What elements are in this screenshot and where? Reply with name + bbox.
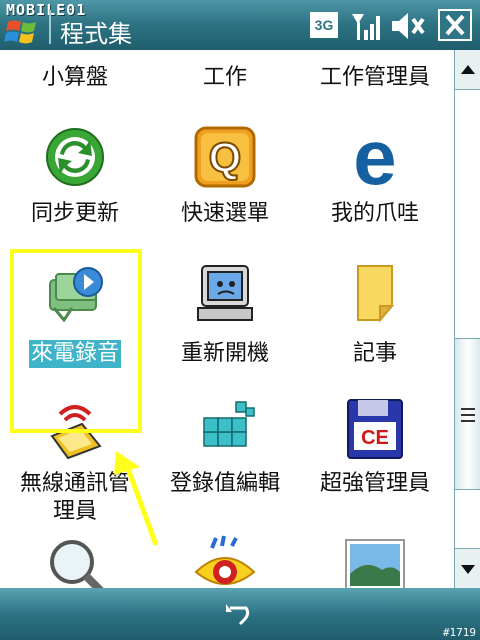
program-label: 登錄值編輯: [169, 471, 280, 496]
program-tasks[interactable]: 工作: [150, 64, 300, 92]
magnifier-icon: [50, 540, 104, 588]
landscape-picture-icon: [345, 539, 405, 588]
notes-icon: [357, 265, 395, 323]
scroll-up-button[interactable]: [455, 50, 480, 90]
network-3g-indicator[interactable]: 3G: [310, 12, 338, 38]
quick-menu-icon: Q: [194, 126, 256, 188]
vertical-scrollbar[interactable]: [454, 50, 480, 588]
title-separator: [49, 10, 51, 44]
program-grid: 小算盤 工作 工作管理員 同步更新 Q 快速選單 e 我的爪哇 來電錄音 重新開…: [0, 50, 454, 588]
arrow-up-icon: [461, 65, 475, 74]
program-my-java[interactable]: e 我的爪哇: [300, 124, 450, 228]
program-label: 超強管理員: [319, 471, 430, 496]
back-icon[interactable]: [222, 600, 258, 630]
program-label: 小算盤: [41, 65, 108, 90]
windows-start-icon[interactable]: [4, 16, 44, 48]
program-label: 重新開機: [180, 341, 269, 366]
signal-strength-icon[interactable]: [350, 10, 382, 42]
program-label: 記事: [352, 341, 397, 366]
registry-editor-icon: [203, 401, 255, 447]
program-label: 我的爪哇: [330, 201, 419, 226]
program-activesync[interactable]: 同步更新: [0, 124, 150, 228]
program-notes[interactable]: 記事: [300, 260, 450, 368]
reboot-computer-icon: [197, 265, 253, 321]
activesync-icon: [46, 128, 104, 186]
yellow-arrow-annotation: [114, 451, 159, 546]
program-label: 同步更新: [30, 201, 119, 226]
ce-floppy-icon: CE: [347, 399, 403, 459]
page-title: 程式集: [60, 20, 132, 48]
selection-highlight-box: [10, 249, 142, 433]
image-counter: #1719: [442, 626, 476, 639]
program-label: 快速選單: [180, 201, 269, 226]
volume-muted-icon[interactable]: [390, 10, 426, 42]
grip-icon: [461, 408, 475, 422]
program-task-manager[interactable]: 工作管理員: [300, 64, 450, 92]
scroll-thumb[interactable]: [455, 338, 480, 490]
program-pictures[interactable]: [300, 534, 450, 588]
close-button[interactable]: [438, 9, 472, 41]
program-quick-menu[interactable]: Q 快速選單: [150, 124, 300, 228]
scroll-down-button[interactable]: [455, 548, 480, 588]
close-icon: [445, 14, 465, 36]
program-viewer[interactable]: [150, 534, 300, 588]
program-label: 工作管理員: [319, 65, 430, 90]
program-super-manager[interactable]: CE 超強管理員: [300, 396, 450, 498]
java-letter: e: [353, 124, 396, 190]
ce-label: CE: [361, 427, 389, 449]
program-reboot[interactable]: 重新開機: [150, 260, 300, 368]
program-registry-editor[interactable]: 登錄值編輯: [150, 396, 300, 498]
program-calculator[interactable]: 小算盤: [0, 64, 150, 92]
eye-icon: [194, 535, 256, 585]
java-e-icon: e: [353, 124, 396, 190]
quick-menu-letter: Q: [209, 134, 242, 181]
program-label: 工作: [202, 65, 247, 90]
arrow-down-icon: [461, 565, 475, 574]
